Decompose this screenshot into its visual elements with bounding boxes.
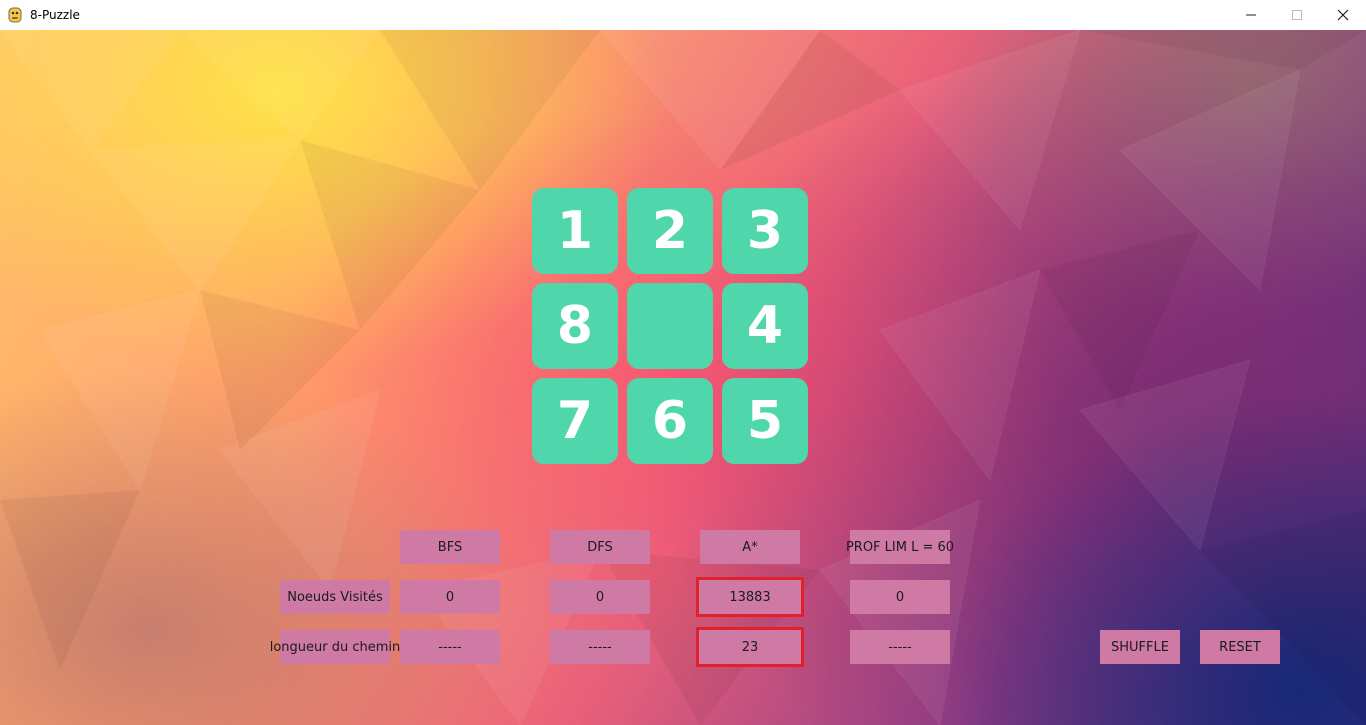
python-icon [7,7,23,23]
tile[interactable]: 5 [722,378,808,464]
tile[interactable]: 1 [532,188,618,274]
maximize-icon[interactable] [1274,0,1320,30]
depth-limited-button[interactable]: PROF LIM L = 60 [846,530,954,564]
close-icon[interactable] [1320,0,1366,30]
tile[interactable]: 3 [722,188,808,274]
reset-button[interactable]: RESET [1200,630,1280,664]
nodes-visited-label: Noeuds Visités [280,580,390,614]
astar-button[interactable]: A* [700,530,800,564]
window-title: 8-Puzzle [30,8,80,22]
window-controls [1228,0,1366,30]
tile[interactable]: 6 [627,378,713,464]
empty-tile[interactable] [627,283,713,369]
path-length-label: longueur du chemin [270,630,400,664]
tile[interactable]: 8 [532,283,618,369]
tile[interactable]: 4 [722,283,808,369]
astar-path-value: 23 [696,627,804,667]
game-canvas: 1 2 3 8 4 7 6 5 BFS DFS A* PROF LIM L = … [0,30,1366,725]
puzzle-board: 1 2 3 8 4 7 6 5 [530,186,810,466]
dfs-button[interactable]: DFS [550,530,650,564]
bfs-path-value: ----- [400,630,500,664]
dfs-path-value: ----- [550,630,650,664]
dfs-nodes-value: 0 [550,580,650,614]
depth-limited-path-value: ----- [850,630,950,664]
bfs-nodes-value: 0 [400,580,500,614]
title-bar: 8-Puzzle [0,0,1366,31]
minimize-icon[interactable] [1228,0,1274,30]
tile[interactable]: 2 [627,188,713,274]
shuffle-button[interactable]: SHUFFLE [1100,630,1180,664]
astar-nodes-value: 13883 [696,577,804,617]
bfs-button[interactable]: BFS [400,530,500,564]
depth-limited-nodes-value: 0 [850,580,950,614]
tile[interactable]: 7 [532,378,618,464]
